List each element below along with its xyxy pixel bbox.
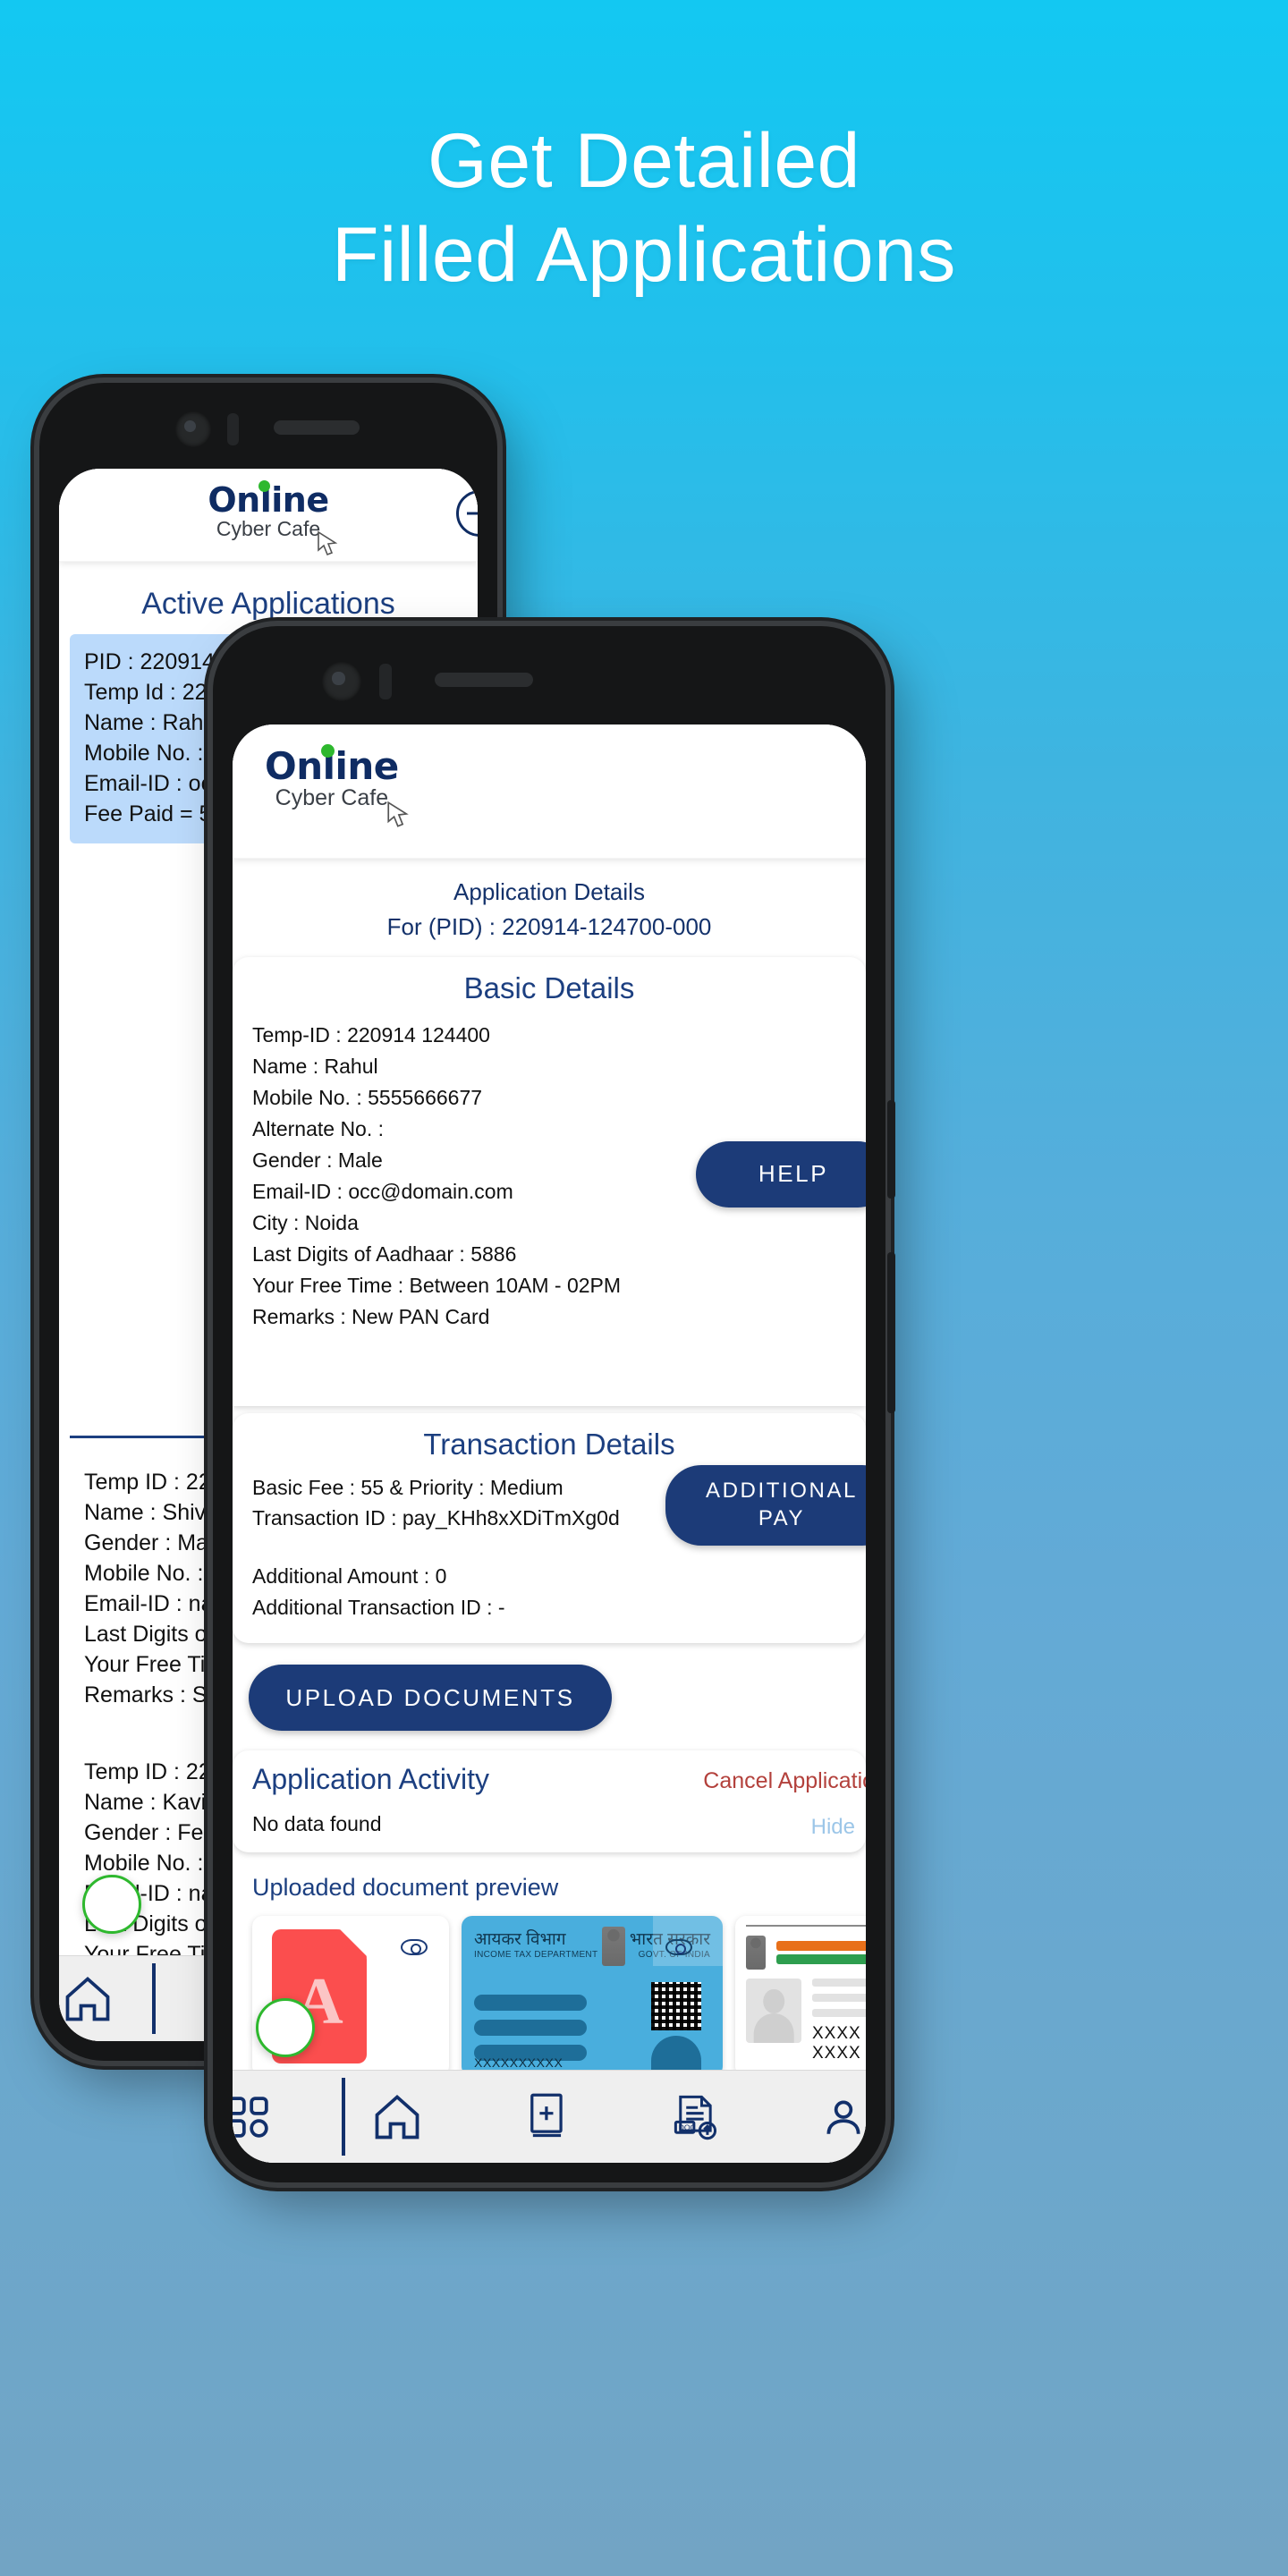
basic-field: Your Free Time : Between 10AM - 02PM	[252, 1273, 622, 1297]
transaction-field: Additional Transaction ID : -	[252, 1596, 505, 1620]
basic-details-title: Basic Details	[463, 971, 635, 1004]
aadhaar-placeholder-line	[812, 2009, 866, 2018]
svg-text:DOC: DOC	[679, 2123, 696, 2131]
nav-home-icon[interactable]	[61, 1972, 114, 2026]
document-thumbnail-pan[interactable]: आयकर विभाग INCOME TAX DEPARTMENT भारत सर…	[462, 1916, 723, 2070]
pan-dept-english: INCOME TAX DEPARTMENT	[474, 1950, 598, 1961]
logo-dot-icon	[258, 480, 270, 492]
pan-photo-placeholder	[651, 2036, 701, 2070]
hide-link[interactable]: Hide	[811, 1815, 855, 1840]
power-button[interactable]	[887, 1252, 895, 1413]
uploaded-preview-title: Uploaded document preview	[252, 1874, 559, 1902]
logo-dot-icon	[320, 744, 335, 758]
nav-divider	[342, 2078, 345, 2156]
headline-line-1: Get Detailed	[427, 118, 861, 204]
pan-placeholder-bar	[474, 1995, 587, 2012]
basic-field: City : Noida	[252, 1210, 359, 1234]
cursor-icon	[387, 801, 409, 827]
basic-field: Name : Rahul	[252, 1054, 378, 1078]
flag-green-band	[776, 1954, 866, 1965]
pan-dept-hindi: आयकर विभाग	[474, 1930, 566, 1950]
transaction-field: Additional Amount : 0	[252, 1564, 447, 1589]
basic-field: Mobile No. : 5555666677	[252, 1085, 483, 1109]
phone-mockup-front: Online Cyber Cafe Application Details Fo…	[213, 626, 895, 2182]
detail-title: Application Details	[453, 878, 645, 905]
brand-tagline: Cyber Cafe	[216, 517, 321, 540]
eye-icon[interactable]	[665, 1939, 692, 1956]
cancel-application-link[interactable]: Cancel Application	[703, 1768, 866, 1794]
basic-field: Alternate No. :	[252, 1116, 385, 1140]
add-fab-button[interactable]	[256, 1998, 315, 2057]
basic-field: Remarks : New PAN Card	[252, 1304, 490, 1328]
aadhaar-number: XXXX XXXX XXXX	[812, 2024, 866, 2063]
app-bar: Online Cyber Cafe	[233, 724, 866, 859]
active-applications-title: Active Applications	[141, 587, 395, 621]
bottom-nav: DOC	[233, 2070, 866, 2163]
nav-profile-icon[interactable]	[821, 2095, 866, 2140]
sensor-icon	[227, 413, 239, 445]
pan-placeholder-bar	[474, 2020, 587, 2037]
front-camera-icon	[175, 411, 211, 447]
transaction-details-card: Transaction Details Basic Fee : 55 & Pri…	[233, 1412, 866, 1644]
aadhaar-placeholder-line	[812, 1994, 866, 2003]
help-button[interactable]: HELP	[696, 1141, 866, 1208]
transaction-details-title: Transaction Details	[423, 1427, 675, 1461]
detail-subtitle: For (PID) : 220914-124700-000	[386, 913, 712, 940]
pan-number: XXXXXXXXXX	[474, 2055, 564, 2070]
brand-tagline: Cyber Cafe	[275, 785, 389, 810]
app-bar: Online Cyber Cafe	[59, 469, 478, 562]
nav-add-page-icon[interactable]	[524, 2092, 571, 2142]
basic-details-card: Basic Details Temp-ID : 220914 124400 Na…	[233, 957, 866, 1406]
phone2-screen: Online Cyber Cafe Application Details Fo…	[233, 724, 866, 2163]
application-activity-title: Application Activity	[252, 1763, 490, 1796]
nav-apps-grid-icon[interactable]	[233, 2095, 270, 2140]
page-title: Get Detailed Filled Applications	[0, 114, 1288, 302]
avatar	[746, 1979, 801, 2044]
flag-orange-band	[776, 1941, 866, 1952]
pan-qr-code-icon	[651, 1982, 701, 2031]
india-emblem-icon	[746, 1936, 766, 1970]
nav-home-icon[interactable]	[370, 2090, 424, 2144]
detail-header: Application Details For (PID) : 220914-1…	[233, 859, 866, 952]
sensor-icon	[379, 664, 392, 699]
brand-logo: Online Cyber Cafe	[208, 480, 337, 556]
document-thumbnails: A Pdf File आयकर विभाग INCOME TAX DEPARTM…	[252, 1916, 866, 2070]
front-camera-icon	[322, 662, 361, 701]
nav-doc-upload-icon[interactable]: DOC	[671, 2092, 721, 2142]
aadhaar-placeholder-line	[812, 1979, 866, 1987]
plus-icon	[467, 501, 478, 526]
activity-empty-text: No data found	[252, 1812, 382, 1836]
india-emblem-icon	[602, 1927, 626, 1967]
uploaded-preview-section: Uploaded document preview A Pdf File	[233, 1852, 866, 2070]
document-thumbnail-aadhaar[interactable]: XXXX XXXX XXXX	[735, 1916, 866, 2070]
earpiece-speaker	[435, 673, 533, 687]
headline-line-2: Filled Applications	[332, 211, 956, 298]
additional-pay-button[interactable]: ADDITIONAL PAY	[665, 1464, 866, 1546]
brand-logo: Online Cyber Cafe	[265, 744, 409, 827]
volume-button[interactable]	[887, 1100, 895, 1199]
add-fab-button[interactable]	[82, 1875, 141, 1934]
application-activity-card: Application Activity Cancel Application …	[233, 1750, 866, 1853]
nav-divider	[152, 1963, 156, 2034]
cursor-icon	[317, 530, 337, 556]
upload-documents-button[interactable]: UPLOAD DOCUMENTS	[249, 1665, 612, 1732]
add-application-button[interactable]	[456, 490, 478, 537]
phone2-content[interactable]: Application Details For (PID) : 220914-1…	[233, 859, 866, 2070]
earpiece-speaker	[274, 420, 360, 435]
basic-field: Last Digits of Aadhaar : 5886	[252, 1241, 517, 1266]
basic-field: Temp-ID : 220914 124400	[252, 1023, 490, 1046]
eye-icon[interactable]	[401, 1939, 428, 1956]
